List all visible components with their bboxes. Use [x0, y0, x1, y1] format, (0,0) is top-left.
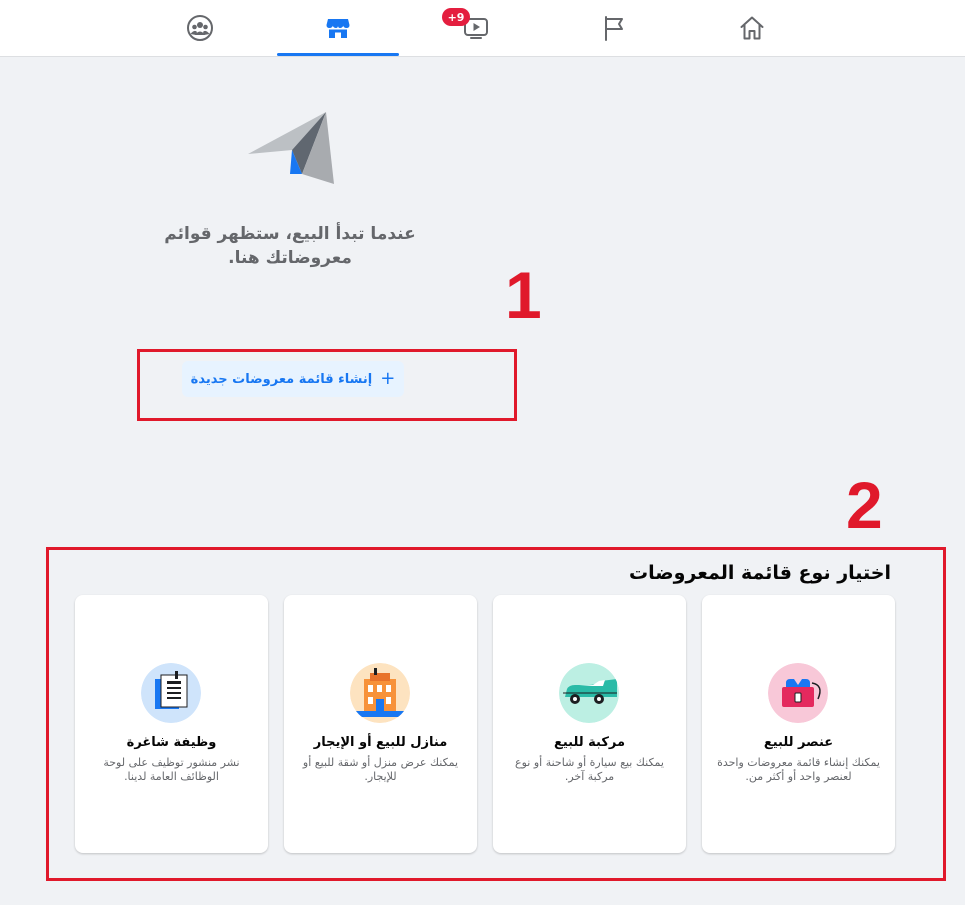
tab-home[interactable]: [689, 0, 815, 56]
paper-plane-icon: [246, 110, 336, 190]
tab-marketplace[interactable]: [275, 0, 401, 56]
job-icon: [141, 663, 201, 723]
empty-state-message: عندما تبدأ البيع، ستظهر قوائم معروضاتك ه…: [164, 224, 416, 268]
listing-type-heading: اختيار نوع قائمة المعروضات: [629, 562, 891, 584]
card-title: مركبة للبيع: [553, 735, 626, 750]
tab-watch[interactable]: [413, 0, 539, 56]
groups-icon: [186, 14, 214, 42]
annotation-number-1: 1: [505, 258, 542, 332]
card-title: وظيفة شاغرة: [126, 735, 217, 750]
tab-pages[interactable]: [551, 0, 677, 56]
annotation-number-2: 2: [846, 468, 883, 542]
card-description: يمكنك عرض منزل أو شقة للبيع أو للإيجار.: [302, 756, 459, 783]
card-description: يمكنك بيع سيارة أو شاحنة أو نوع مركبة آخ…: [515, 756, 664, 783]
card-description: نشر منشور توظيف على لوحة الوظائف العامة …: [103, 756, 240, 783]
marketplace-icon: [324, 14, 352, 42]
flag-icon: [600, 14, 628, 42]
item-icon: [768, 663, 828, 723]
top-navigation-bar: +9: [0, 0, 965, 57]
create-new-listing-button[interactable]: + إنشاء قائمة معروضات جديدة: [182, 361, 404, 397]
create-listing-label: إنشاء قائمة معروضات جديدة: [190, 371, 373, 387]
tab-groups[interactable]: [137, 0, 263, 56]
vehicle-icon: [559, 663, 619, 723]
listing-card-item[interactable]: عنصر للبيع يمكنك إنشاء قائمة معروضات واح…: [702, 595, 895, 853]
house-icon: [350, 663, 410, 723]
card-title: عنصر للبيع: [763, 735, 834, 750]
card-description: يمكنك إنشاء قائمة معروضات واحدة لعنصر وا…: [717, 756, 880, 783]
home-icon: [738, 14, 766, 42]
listing-card-vehicle[interactable]: مركبة للبيع يمكنك بيع سيارة أو شاحنة أو …: [493, 595, 686, 853]
plus-icon: +: [380, 368, 396, 389]
card-title: منازل للبيع أو الإيجار: [313, 735, 448, 750]
listing-card-job[interactable]: وظيفة شاغرة نشر منشور توظيف على لوحة الو…: [75, 595, 268, 853]
listing-card-property[interactable]: منازل للبيع أو الإيجار يمكنك عرض منزل أو…: [284, 595, 477, 853]
notification-badge: +9: [442, 8, 470, 26]
